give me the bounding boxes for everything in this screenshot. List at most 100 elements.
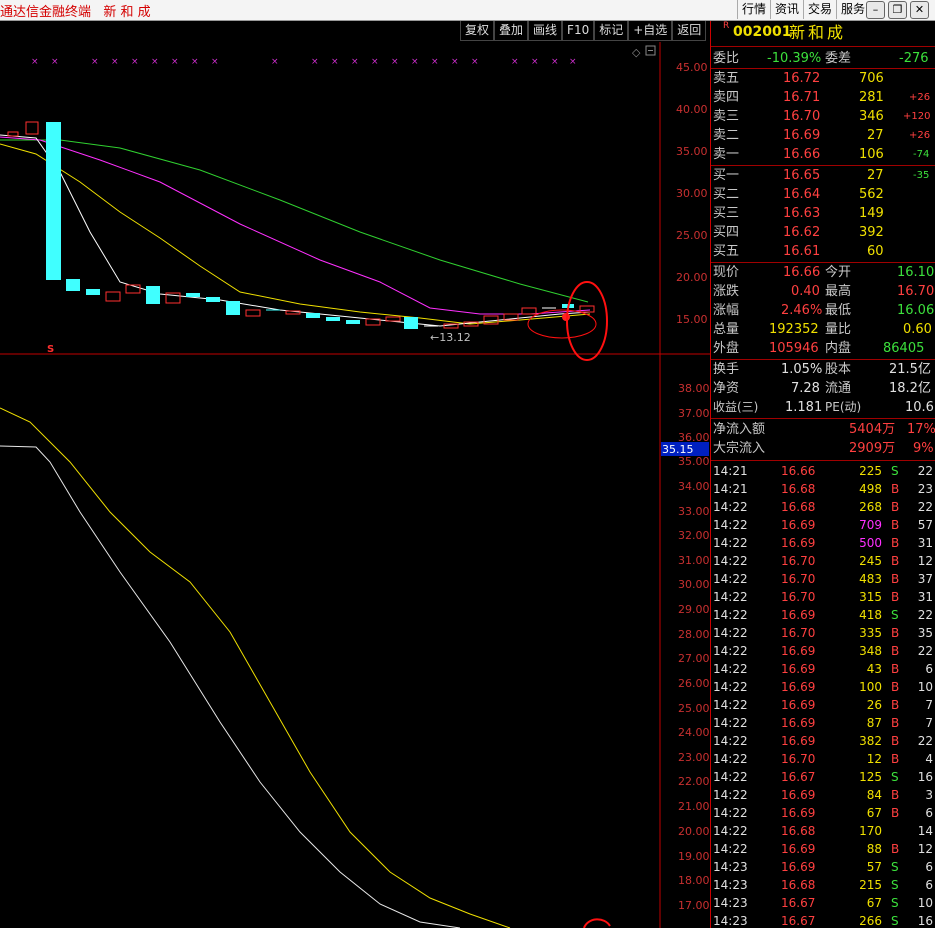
sub-tick: 23.00 bbox=[678, 751, 710, 764]
candle bbox=[86, 289, 100, 295]
tick-count: 10 bbox=[917, 680, 933, 694]
current-point-icon bbox=[562, 313, 570, 321]
menu-quotes[interactable]: 行情 bbox=[736, 0, 770, 19]
bid-price: 16.61 bbox=[783, 244, 821, 259]
candle bbox=[404, 317, 418, 329]
ma60-line bbox=[0, 139, 589, 303]
stat-value: 16.10 bbox=[897, 265, 935, 280]
tick-side: B bbox=[891, 752, 900, 766]
fuquan-button[interactable]: 复权 bbox=[460, 21, 495, 41]
ask-row[interactable]: 卖四 16.71 281 +26 bbox=[711, 88, 935, 107]
stat-row: 涨幅 2.46% 最低 16.06 bbox=[711, 301, 935, 320]
tick-price: 16.66 bbox=[781, 464, 816, 478]
tick-volume: 43 bbox=[866, 662, 882, 676]
stat-value: 2.46% bbox=[781, 303, 823, 318]
tick-side: S bbox=[891, 896, 899, 910]
sub-tick: 35.00 bbox=[678, 455, 710, 468]
kline-chart-area[interactable]: ◇ 45.00 40.00 35.00 30.00 25.00 20.00 15… bbox=[0, 42, 710, 928]
price-tick: 15.00 bbox=[676, 313, 708, 326]
tick-time: 14:23 bbox=[713, 896, 748, 910]
tick-count: 16 bbox=[917, 914, 933, 928]
tick-count: 4 bbox=[925, 752, 933, 766]
tick-time: 14:22 bbox=[713, 716, 748, 730]
tick-time: 14:22 bbox=[713, 572, 748, 586]
stat-label: 涨跌 bbox=[713, 284, 740, 299]
tick-side: B bbox=[891, 554, 900, 568]
sub-tick: 37.00 bbox=[678, 407, 710, 420]
mark-button[interactable]: 标记 bbox=[594, 21, 629, 41]
window-title: 通达信金融终端 新 和 成 bbox=[0, 5, 151, 20]
tick-row: 14:22 16.69 100 B 10 bbox=[711, 678, 935, 696]
tick-time: 14:22 bbox=[713, 788, 748, 802]
fund-value: 1.05% bbox=[781, 362, 823, 377]
tick-volume: 382 bbox=[859, 734, 882, 748]
bid-volume: 60 bbox=[867, 244, 884, 259]
close-icon[interactable]: ✕ bbox=[910, 1, 929, 19]
tick-count: 16 bbox=[917, 770, 933, 784]
menu-trade[interactable]: 交易 bbox=[802, 0, 836, 19]
ask-row[interactable]: 卖二 16.69 27 +26 bbox=[711, 126, 935, 145]
tick-price: 16.69 bbox=[781, 536, 816, 550]
stat-row: 涨跌 0.40 最高 16.70 bbox=[711, 282, 935, 301]
tick-price: 16.69 bbox=[781, 806, 816, 820]
divider bbox=[711, 460, 935, 461]
bid-row[interactable]: 买三 16.63 149 bbox=[711, 204, 935, 223]
tick-side: B bbox=[891, 626, 900, 640]
tick-row: 14:22 16.69 26 B 7 bbox=[711, 696, 935, 714]
trade-ticks-list[interactable]: 14:21 16.66 225 S 22 14:21 16.68 498 B 23 14:22 16.… bbox=[711, 462, 935, 928]
tick-time: 14:22 bbox=[713, 644, 748, 658]
tick-count: 7 bbox=[925, 698, 933, 712]
bid-volume: 149 bbox=[859, 206, 884, 221]
signal-x-icon: × bbox=[391, 57, 399, 67]
bid-row[interactable]: 买二 16.64 562 bbox=[711, 185, 935, 204]
bid-label: 买一 bbox=[713, 168, 740, 183]
tick-volume: 483 bbox=[859, 572, 882, 586]
tick-volume: 88 bbox=[866, 842, 882, 856]
diamond-icon[interactable]: ◇ bbox=[632, 46, 641, 59]
stat-label: 现价 bbox=[713, 265, 740, 280]
ask-row[interactable]: 卖一 16.66 106 -74 bbox=[711, 145, 935, 164]
tick-side: B bbox=[891, 716, 900, 730]
draw-line-button[interactable]: 画线 bbox=[528, 21, 563, 41]
overlay-button[interactable]: 叠加 bbox=[494, 21, 529, 41]
f10-button[interactable]: F10 bbox=[562, 21, 595, 41]
tick-volume: 498 bbox=[859, 482, 882, 496]
minimize-icon[interactable]: – bbox=[866, 1, 885, 19]
ma20-line bbox=[0, 136, 591, 315]
stat-row: 外盘 105946 内盘 86405 bbox=[711, 339, 935, 358]
tick-row: 14:22 16.68 268 B 22 bbox=[711, 498, 935, 516]
stat-label: 量比 bbox=[825, 322, 852, 337]
tick-time: 14:22 bbox=[713, 680, 748, 694]
tick-side: B bbox=[891, 698, 900, 712]
tick-time: 14:22 bbox=[713, 734, 748, 748]
candle bbox=[206, 297, 220, 302]
add-watchlist-button[interactable]: +自选 bbox=[628, 21, 673, 41]
tick-time: 14:22 bbox=[713, 518, 748, 532]
flow-label: 大宗流入 bbox=[713, 441, 766, 456]
tick-time: 14:22 bbox=[713, 824, 748, 838]
tick-time: 14:21 bbox=[713, 482, 748, 496]
bid-row[interactable]: 买四 16.62 392 bbox=[711, 223, 935, 242]
sub-line-yellow bbox=[0, 407, 511, 928]
fund-row: 净资 7.28 流通 18.2亿 bbox=[711, 379, 935, 398]
fund-value: 18.2亿 bbox=[889, 381, 931, 396]
restore-icon[interactable]: ❐ bbox=[888, 1, 907, 19]
ask-price: 16.69 bbox=[783, 128, 821, 143]
sub-tick: 20.00 bbox=[678, 825, 710, 838]
ask-row[interactable]: 卖五 16.72 706 bbox=[711, 69, 935, 88]
tick-side: B bbox=[891, 842, 900, 856]
divider bbox=[711, 46, 935, 47]
bid-row[interactable]: 买五 16.61 60 bbox=[711, 242, 935, 261]
signal-x-icon: × bbox=[211, 57, 219, 67]
menu-service[interactable]: 服务 bbox=[835, 0, 869, 19]
tick-row: 14:22 16.67 125 S 16 bbox=[711, 768, 935, 786]
ask-row[interactable]: 卖三 16.70 346 +120 bbox=[711, 107, 935, 126]
stat-value: 16.70 bbox=[897, 284, 935, 299]
back-button[interactable]: 返回 bbox=[672, 21, 707, 41]
weibi-row: 委比 -10.39% 委差 -276 bbox=[711, 49, 935, 68]
signal-x-icon: × bbox=[431, 57, 439, 67]
menu-news[interactable]: 资讯 bbox=[769, 0, 803, 19]
tick-volume: 418 bbox=[859, 608, 882, 622]
tick-price: 16.69 bbox=[781, 734, 816, 748]
bid-row[interactable]: 买一 16.65 27 -35 bbox=[711, 166, 935, 185]
